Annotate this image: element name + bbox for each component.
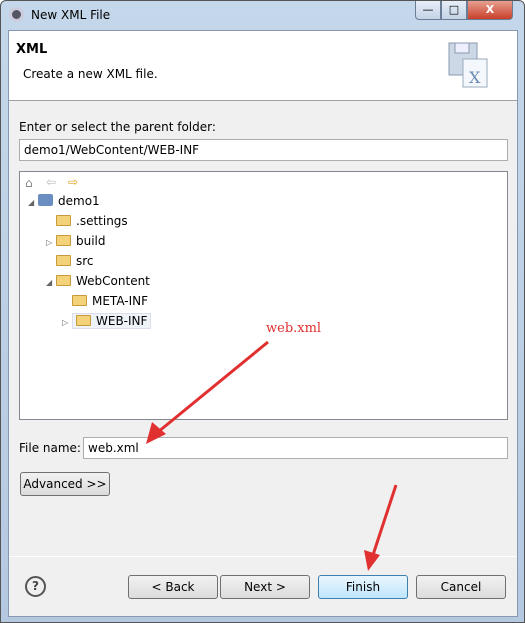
arrowhead [364,550,380,571]
arrowhead [146,422,166,444]
arrow-to-finish [370,484,398,559]
annotation-arrows [146,340,398,571]
arrow-to-file-name [157,340,269,434]
